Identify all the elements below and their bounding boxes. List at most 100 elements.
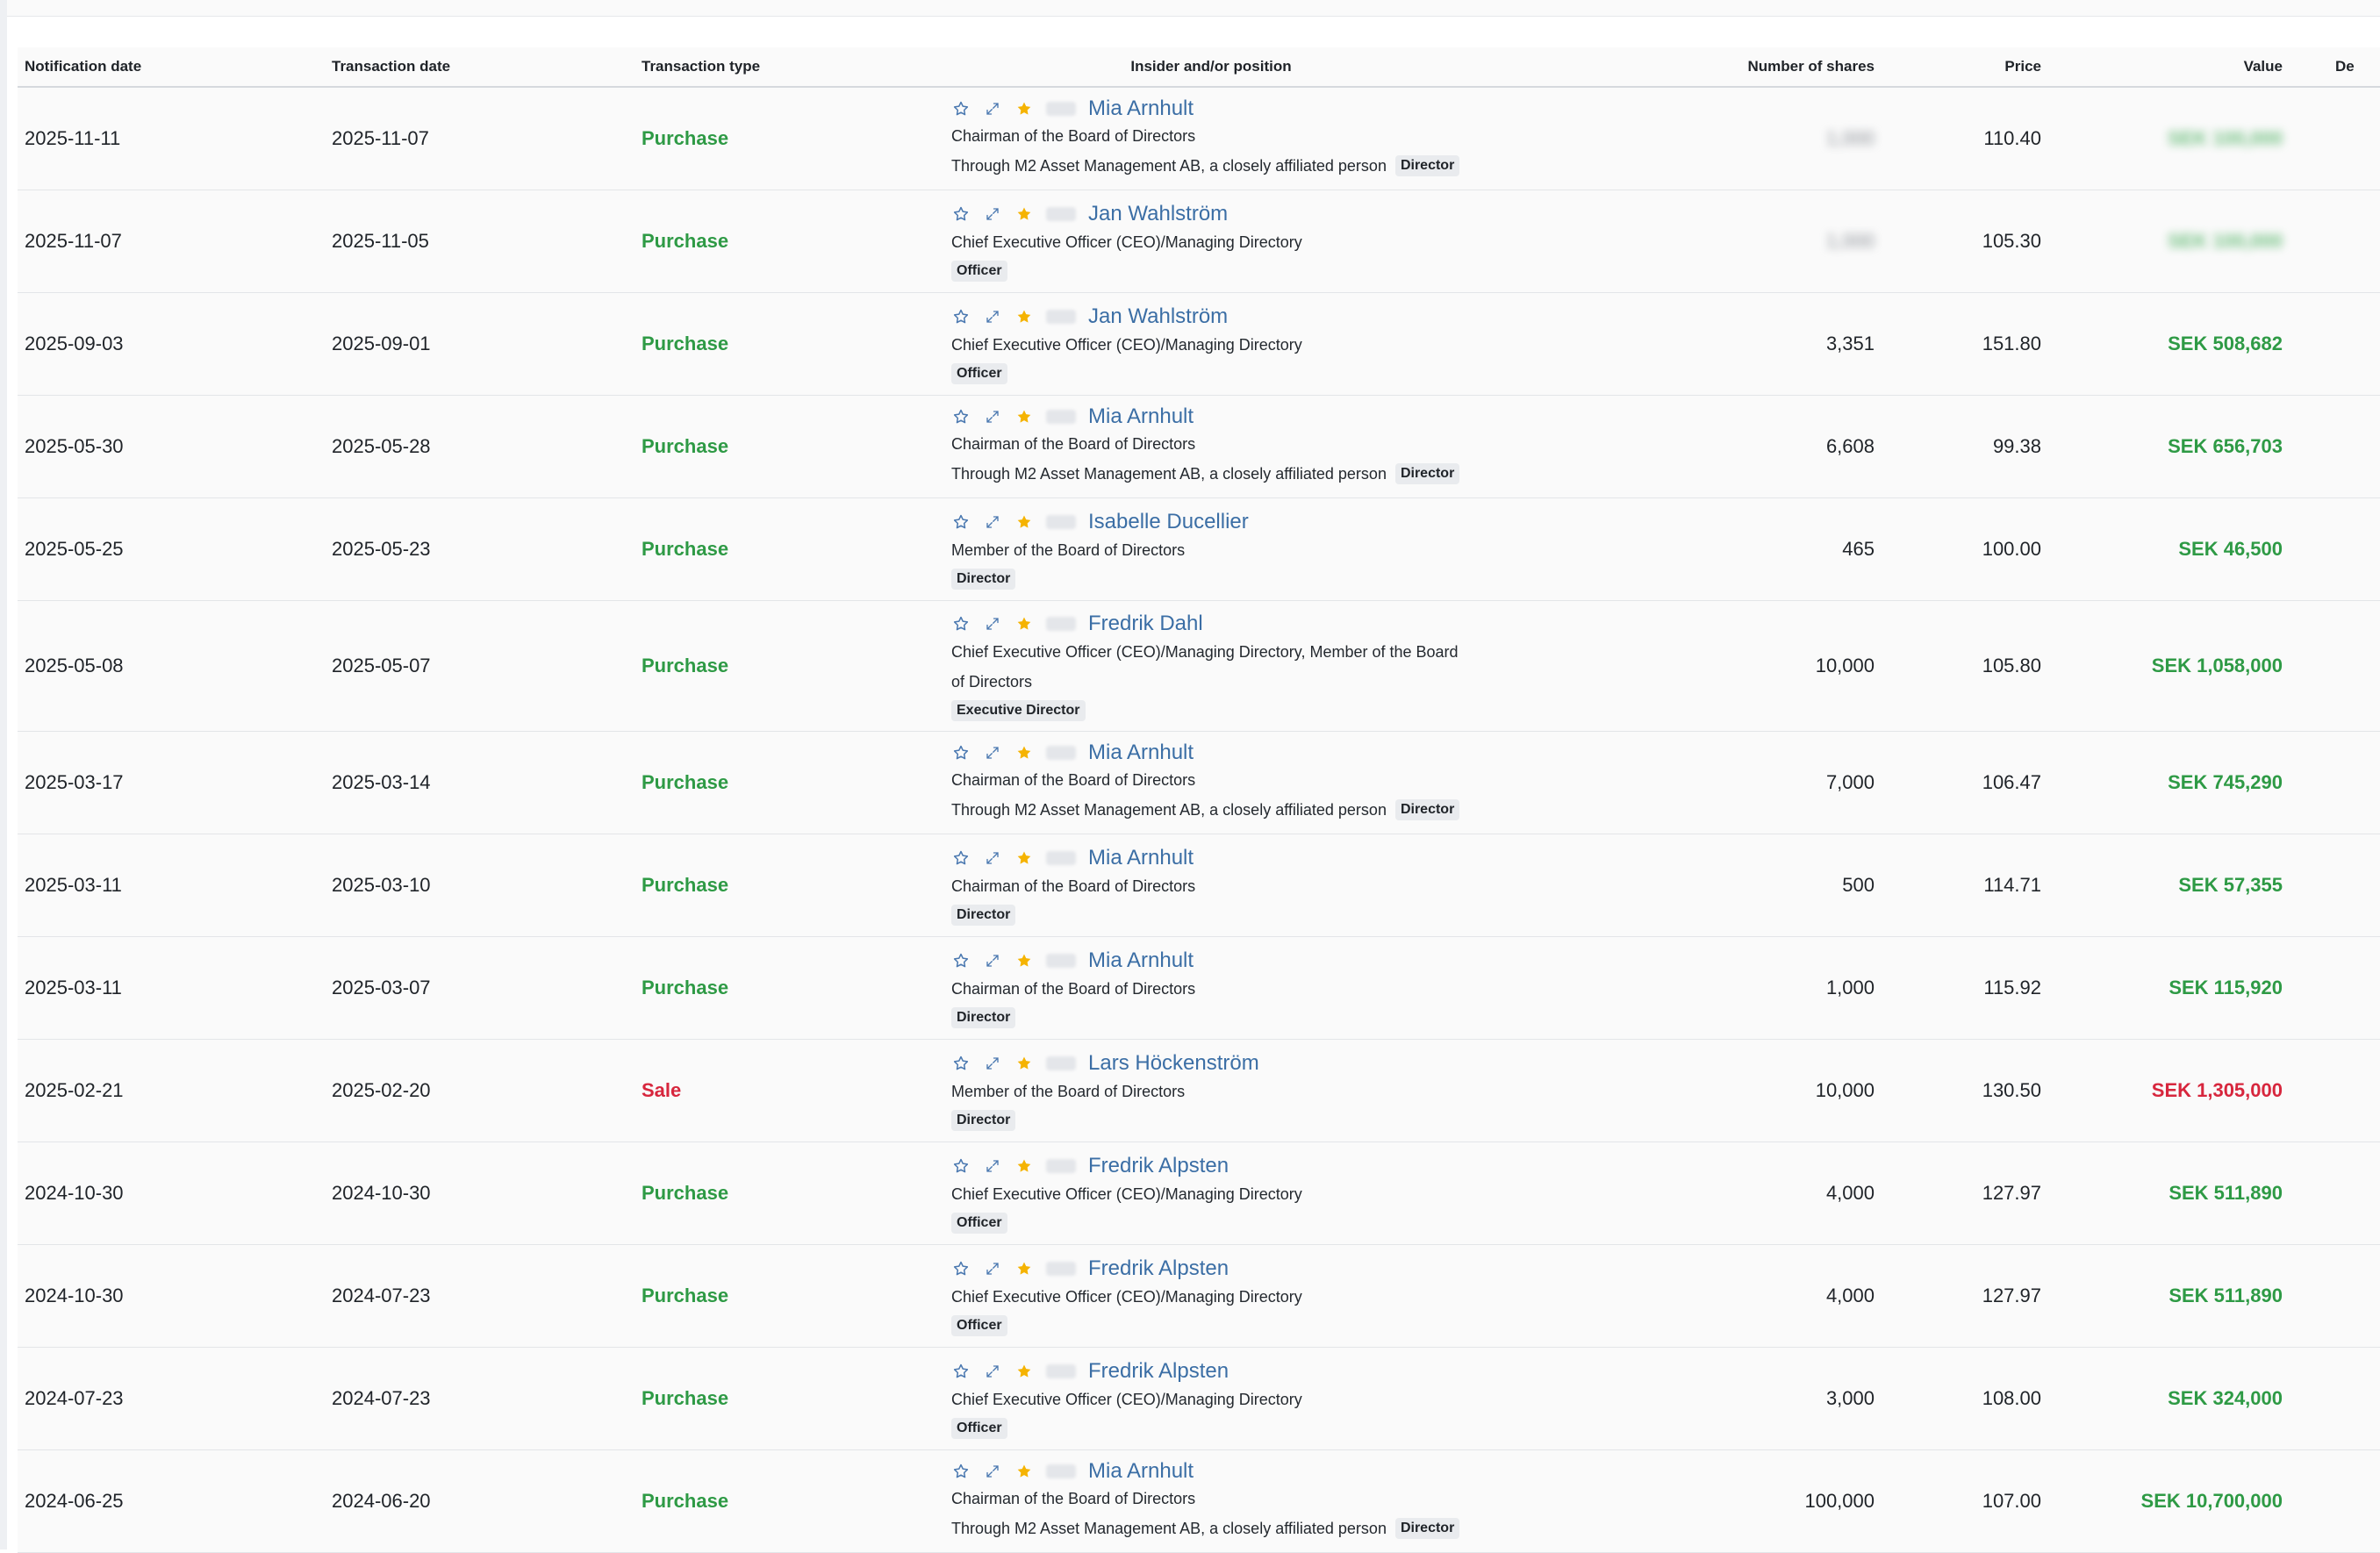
star-filled-icon[interactable]: [1014, 1362, 1034, 1381]
expand-icon[interactable]: [983, 743, 1002, 762]
number-of-shares: 1,000: [1825, 230, 1875, 252]
insider-name-link[interactable]: Mia Arnhult: [1088, 404, 1194, 429]
hidden-chip: [1046, 1056, 1076, 1070]
star-filled-icon[interactable]: [1014, 512, 1034, 532]
star-outline-icon[interactable]: [951, 307, 971, 326]
table-row[interactable]: 2025-03-11 2025-03-10 Purchase Mia Arnhu…: [18, 834, 2380, 937]
table-row[interactable]: 2024-06-25 2024-06-20 Purchase Mia Arnhu…: [18, 1450, 2380, 1553]
expand-icon[interactable]: [983, 1054, 1002, 1073]
insider-name-link[interactable]: Lars Höckenström: [1088, 1051, 1259, 1076]
col-header-value[interactable]: Value: [2041, 58, 2283, 75]
expand-icon[interactable]: [983, 848, 1002, 868]
transaction-date: 2025-03-14: [332, 771, 431, 793]
star-outline-icon[interactable]: [951, 848, 971, 868]
expand-icon[interactable]: [983, 99, 1002, 118]
col-header-shares[interactable]: Number of shares: [1471, 58, 1875, 75]
insider-position: Chairman of the Board of Directors: [951, 980, 1196, 998]
insider-position: Chairman of the Board of Directors: [951, 877, 1196, 895]
insider-name-link[interactable]: Mia Arnhult: [1088, 741, 1194, 765]
insider-position: Chairman of the Board of Directors: [951, 127, 1196, 145]
expand-icon[interactable]: [983, 307, 1002, 326]
star-filled-icon[interactable]: [1014, 1259, 1034, 1278]
price: 100.00: [1982, 538, 2041, 560]
star-filled-icon[interactable]: [1014, 1156, 1034, 1176]
insider-name-link[interactable]: Fredrik Alpsten: [1088, 1154, 1229, 1178]
insider-actions: Jan Wahlström: [951, 201, 1228, 227]
hidden-chip: [1046, 515, 1076, 529]
star-outline-icon[interactable]: [951, 1259, 971, 1278]
insider-cell: Mia Arnhult Chairman of the Board of Dir…: [944, 732, 1471, 834]
table-row[interactable]: 2025-03-11 2025-03-07 Purchase Mia Arnhu…: [18, 937, 2380, 1040]
notification-date: 2025-11-07: [25, 230, 122, 252]
star-filled-icon[interactable]: [1014, 743, 1034, 762]
insider-name-link[interactable]: Jan Wahlström: [1088, 304, 1228, 329]
table-row[interactable]: 2025-02-21 2025-02-20 Sale Lars Höckenst…: [18, 1040, 2380, 1142]
insider-name-link[interactable]: Fredrik Dahl: [1088, 612, 1203, 636]
table-row[interactable]: 2024-10-30 2024-10-30 Purchase Fredrik A…: [18, 1142, 2380, 1245]
hidden-chip: [1046, 310, 1076, 324]
col-header-insider[interactable]: Insider and/or position: [944, 58, 1471, 75]
star-filled-icon[interactable]: [1014, 614, 1034, 633]
table-row[interactable]: 2025-03-17 2025-03-14 Purchase Mia Arnhu…: [18, 732, 2380, 834]
insider-name-link[interactable]: Mia Arnhult: [1088, 1459, 1194, 1484]
star-outline-icon[interactable]: [951, 99, 971, 118]
star-outline-icon[interactable]: [951, 1054, 971, 1073]
insider-note: Through M2 Asset Management AB, a closel…: [951, 801, 1387, 819]
insider-name-link[interactable]: Fredrik Alpsten: [1088, 1256, 1229, 1281]
star-outline-icon[interactable]: [951, 1156, 971, 1176]
star-filled-icon[interactable]: [1014, 407, 1034, 426]
star-filled-icon[interactable]: [1014, 307, 1034, 326]
expand-icon[interactable]: [983, 512, 1002, 532]
star-outline-icon[interactable]: [951, 614, 971, 633]
notification-date: 2025-11-11: [25, 127, 121, 149]
insider-name-link[interactable]: Mia Arnhult: [1088, 97, 1194, 121]
expand-icon[interactable]: [983, 407, 1002, 426]
col-header-price[interactable]: Price: [1875, 58, 2041, 75]
insider-actions: Mia Arnhult: [951, 741, 1194, 765]
col-header-transaction-type[interactable]: Transaction type: [634, 58, 944, 75]
notification-date: 2025-03-11: [25, 977, 122, 998]
expand-icon[interactable]: [983, 204, 1002, 224]
insider-position: Chairman of the Board of Directors: [951, 771, 1196, 789]
star-filled-icon[interactable]: [1014, 1054, 1034, 1073]
expand-icon[interactable]: [983, 1156, 1002, 1176]
expand-icon[interactable]: [983, 1462, 1002, 1481]
insider-name-link[interactable]: Mia Arnhult: [1088, 948, 1194, 973]
table-row[interactable]: 2024-07-23 2024-07-23 Purchase Fredrik A…: [18, 1348, 2380, 1450]
star-outline-icon[interactable]: [951, 1462, 971, 1481]
expand-icon[interactable]: [983, 1259, 1002, 1278]
col-header-extra[interactable]: De: [2283, 58, 2380, 75]
expand-icon[interactable]: [983, 1362, 1002, 1381]
insider-actions: Jan Wahlström: [951, 304, 1228, 330]
transaction-value: SEK 100,000: [2168, 127, 2283, 149]
insider-name-link[interactable]: Mia Arnhult: [1088, 846, 1194, 870]
star-outline-icon[interactable]: [951, 951, 971, 970]
table-row[interactable]: 2025-09-03 2025-09-01 Purchase Jan Wahls…: [18, 293, 2380, 396]
expand-icon[interactable]: [983, 614, 1002, 633]
col-header-transaction-date[interactable]: Transaction date: [325, 58, 634, 75]
star-outline-icon[interactable]: [951, 407, 971, 426]
star-filled-icon[interactable]: [1014, 99, 1034, 118]
star-filled-icon[interactable]: [1014, 951, 1034, 970]
insider-name-link[interactable]: Fredrik Alpsten: [1088, 1359, 1229, 1384]
table-row[interactable]: 2025-11-11 2025-11-07 Purchase Mia Arnhu…: [18, 88, 2380, 190]
table-row[interactable]: 2024-10-30 2024-07-23 Purchase Fredrik A…: [18, 1245, 2380, 1348]
star-filled-icon[interactable]: [1014, 1462, 1034, 1481]
insider-name-link[interactable]: Jan Wahlström: [1088, 202, 1228, 226]
table-row[interactable]: 2025-05-30 2025-05-28 Purchase Mia Arnhu…: [18, 396, 2380, 498]
number-of-shares: 465: [1842, 538, 1875, 560]
star-filled-icon[interactable]: [1014, 848, 1034, 868]
star-outline-icon[interactable]: [951, 1362, 971, 1381]
table-row[interactable]: 2025-05-08 2025-05-07 Purchase Fredrik D…: [18, 601, 2380, 732]
star-outline-icon[interactable]: [951, 204, 971, 224]
table-row[interactable]: 2025-11-07 2025-11-05 Purchase Jan Wahls…: [18, 190, 2380, 293]
star-filled-icon[interactable]: [1014, 204, 1034, 224]
hidden-chip: [1046, 102, 1076, 116]
col-header-notification-date[interactable]: Notification date: [18, 58, 325, 75]
star-outline-icon[interactable]: [951, 743, 971, 762]
star-outline-icon[interactable]: [951, 512, 971, 532]
table-row[interactable]: 2025-05-25 2025-05-23 Purchase Isabelle …: [18, 498, 2380, 601]
insider-name-link[interactable]: Isabelle Ducellier: [1088, 510, 1249, 534]
role-badge: Director: [951, 1007, 1016, 1028]
expand-icon[interactable]: [983, 951, 1002, 970]
